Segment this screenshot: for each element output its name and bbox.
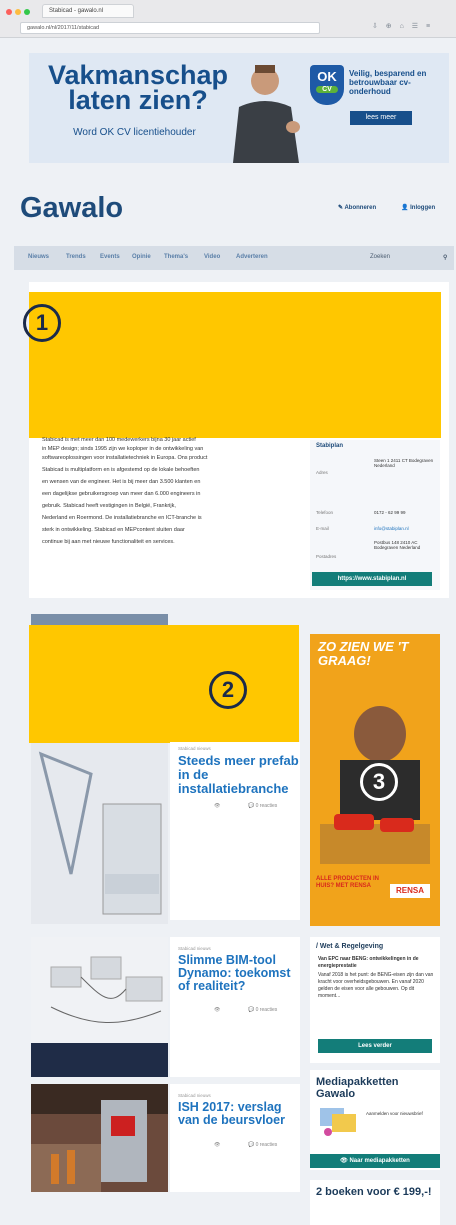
email-value[interactable]: info@stabiplan.nl xyxy=(374,526,434,531)
nav-item-video[interactable]: Video xyxy=(204,254,220,260)
redaction-label-1: 1 xyxy=(23,304,61,342)
search-field[interactable]: Zoeken xyxy=(370,254,390,260)
body-line: en wensen van de engineer. Het is bij me… xyxy=(42,479,201,485)
body-line: continue bij aan met nieuwe functionalit… xyxy=(42,539,175,545)
browser-chrome: Stabicad - gawalo.nl gawalo.nl/nl/2017/1… xyxy=(0,0,456,38)
nav-item-themas[interactable]: Thema's xyxy=(164,254,188,260)
redaction-box-2 xyxy=(29,625,299,743)
redaction-label-2: 2 xyxy=(209,671,247,709)
ad-person-image xyxy=(233,65,300,163)
browser-toolbar-icons[interactable]: ⇩ ⊕ ⌂ ☰ ≡ xyxy=(372,22,452,34)
media-packages-button[interactable]: 👁 Naar mediapakketten xyxy=(310,1154,440,1168)
badge-ok-text: OK xyxy=(317,69,337,84)
maximize-window-icon[interactable] xyxy=(24,9,30,15)
body-line: Stabicad is multiplatform en is afgestem… xyxy=(42,467,200,473)
views-icon: 👁 xyxy=(214,803,221,809)
views-icon: 👁 xyxy=(214,1007,221,1013)
main-nav: Nieuws Trends Events Opinie Thema's Vide… xyxy=(14,246,454,270)
media-widget: Mediapakketten Gawalo Aanmelden voor nie… xyxy=(310,1070,440,1170)
feed-image-2[interactable] xyxy=(31,937,168,1077)
email-label: E-mail xyxy=(316,526,329,531)
media-widget-title: Mediapakketten Gawalo xyxy=(316,1076,399,1100)
redaction-label-3: 3 xyxy=(360,763,398,801)
address-label: Adres xyxy=(316,470,328,475)
login-link[interactable]: 👤 Inloggen xyxy=(401,204,435,211)
body-line: softwareoplossingen voor installatietech… xyxy=(42,455,208,461)
body-line: gebruik. Stabicad heeft vestigingen in B… xyxy=(42,503,176,509)
phone-value[interactable]: 0172 - 62 99 99 xyxy=(374,510,434,515)
feed-category: Stabicad nieuws xyxy=(178,1093,211,1098)
browser-tab[interactable]: Stabicad - gawalo.nl xyxy=(42,4,134,18)
search-icon[interactable]: ⚲ xyxy=(443,254,447,261)
ad-banner[interactable]: Vakmanschap laten zien? Word OK CV licen… xyxy=(29,53,449,163)
close-window-icon[interactable] xyxy=(6,9,12,15)
tab-title: Stabicad - gawalo.nl xyxy=(49,8,104,14)
company-info-title: Stabiplan xyxy=(316,443,344,449)
side-ad-headline: ZO ZIEN WE 'T GRAAG! xyxy=(318,639,409,668)
views-icon: 👁 xyxy=(214,1142,221,1148)
feed-title[interactable]: ISH 2017: verslag van de beursvloer xyxy=(178,1101,300,1127)
comments-count[interactable]: 💬 0 reacties xyxy=(248,1142,277,1148)
feed-title[interactable]: Slimme BIM-tool Dynamo: toekomst of real… xyxy=(178,954,300,993)
feed-title[interactable]: Steeds meer prefab in de installatiebran… xyxy=(178,754,300,796)
body-line: Nederland en Roermond. De installatiebra… xyxy=(42,515,202,521)
badge-cv-text: CV xyxy=(316,86,338,93)
feed-card-3[interactable]: Stabicad nieuws ISH 2017: verslag van de… xyxy=(170,1084,300,1192)
nav-item-nieuws[interactable]: Nieuws xyxy=(28,254,49,260)
rensa-logo: RENSA xyxy=(390,884,430,898)
media-widget-text: Aanmelden voor nieuwsbrief xyxy=(366,1111,423,1116)
feed-card-1[interactable]: Stabicad nieuws Steeds meer prefab in de… xyxy=(170,742,300,920)
address-bar[interactable]: gawalo.nl/nl/2017/11/stabicad xyxy=(20,22,320,34)
ok-cv-badge: OK CV xyxy=(310,65,344,105)
side-ad-bottom-text: ALLE PRODUCTEN IN HUIS? MET RENSA xyxy=(316,876,379,889)
law-widget-text: Vanaf 2018 is het punt: de BENG-eisen zi… xyxy=(318,972,434,999)
nav-item-adverteren[interactable]: Adverteren xyxy=(236,254,268,260)
dynamo-graph-image xyxy=(31,956,168,1077)
ad-right-text: Veilig, besparend en betrouwbaar cv-onde… xyxy=(349,69,427,96)
feed-card-2[interactable]: Stabicad nieuws Slimme BIM-tool Dynamo: … xyxy=(170,937,300,1077)
feed-category: Stabicad nieuws xyxy=(178,946,211,951)
redaction-box-1 xyxy=(29,292,441,438)
ad-subtitle: Word OK CV licentiehouder xyxy=(73,127,196,138)
feed-category: Stabicad nieuws xyxy=(178,746,211,751)
ad-read-more-button[interactable]: lees meer xyxy=(350,111,412,125)
postal-value: Postbus 148 2410 AC Bodegraven Nederland xyxy=(374,540,421,550)
comments-count[interactable]: 💬 0 reacties xyxy=(248,1007,277,1013)
url-text: gawalo.nl/nl/2017/11/stabicad xyxy=(27,25,100,31)
postal-label: Postadres xyxy=(316,554,337,559)
phone-label: Telefoon xyxy=(316,510,334,515)
law-widget-title: / Wet & Regelgeving xyxy=(316,943,384,950)
company-info-box: Stabiplan Adres Steen 1 2411 CT Bodegrav… xyxy=(310,440,440,590)
law-widget-headline[interactable]: Van EPC naar BENG: ontwikkelingen in de … xyxy=(318,956,436,970)
law-widget: / Wet & Regelgeving Van EPC naar BENG: o… xyxy=(310,937,440,1063)
body-line: sterk in ontwikkeling. Stabicad en MEPco… xyxy=(42,527,185,533)
books-widget[interactable]: 2 boeken voor € 199,-! xyxy=(310,1180,440,1225)
subscribe-link[interactable]: ✎ Abonneren xyxy=(338,204,376,211)
law-read-more-button[interactable]: Lees verder xyxy=(318,1039,432,1053)
body-line: Stabicad is met meer dan 100 medewerkers… xyxy=(42,437,196,443)
body-line: in MEP design; sinds 1995 zijn we koplop… xyxy=(42,446,204,452)
books-widget-title: 2 boeken voor € 199,-! xyxy=(316,1186,432,1198)
ad-title: Vakmanschap laten zien? xyxy=(47,60,229,115)
comments-count[interactable]: 💬 0 reacties xyxy=(248,803,277,809)
media-package-icon xyxy=(320,1108,356,1136)
trade-fair-image xyxy=(31,1084,168,1192)
address-value: Steen 1 2411 CT Bodegraven Nederland xyxy=(374,458,434,468)
nav-item-opinie[interactable]: Opinie xyxy=(132,254,151,260)
company-website-button[interactable]: https://www.stabiplan.nl xyxy=(312,572,432,586)
minimize-window-icon[interactable] xyxy=(15,9,21,15)
feed-image-3[interactable] xyxy=(31,1084,168,1192)
nav-item-events[interactable]: Events xyxy=(100,254,120,260)
site-logo[interactable]: Gawalo xyxy=(20,192,123,225)
nav-item-trends[interactable]: Trends xyxy=(66,254,86,260)
body-line: een dagelijkse gebruikersgroep van meer … xyxy=(42,491,201,497)
